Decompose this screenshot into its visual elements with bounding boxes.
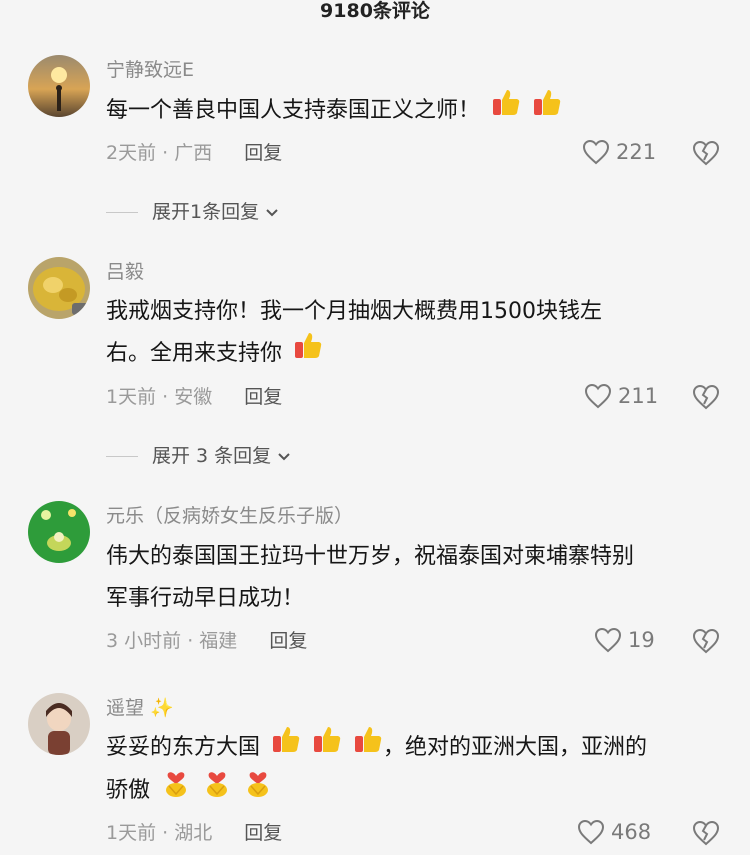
comment-username-text[interactable]: 遥望 bbox=[106, 697, 144, 719]
dislike-button[interactable] bbox=[692, 820, 720, 850]
expand-replies-label: 展开 3 条回复 bbox=[152, 445, 272, 467]
comment-text-span: 右。全用来支持你 bbox=[106, 341, 283, 366]
heart-hands-icon bbox=[202, 766, 232, 816]
reply-button[interactable]: 回复 bbox=[244, 386, 282, 408]
comment-text-span: 妥妥的东方大国 bbox=[106, 735, 261, 760]
divider bbox=[106, 211, 138, 213]
dislike-button[interactable] bbox=[692, 384, 720, 414]
comment-text-line: 每一个善良中国人支持泰国正义之师！ bbox=[106, 98, 481, 123]
comment-text: 妥妥的东方大国 ，绝对的亚洲大国，亚洲的 骄傲 bbox=[106, 724, 726, 816]
comment-username[interactable]: 宁静致远E bbox=[106, 58, 194, 82]
broken-heart-icon bbox=[692, 820, 720, 846]
comment-username: 遥望 ✨ bbox=[106, 696, 174, 720]
thumbs-up-icon bbox=[293, 330, 323, 378]
comment-time: 3 小时前 bbox=[106, 630, 182, 652]
broken-heart-icon bbox=[692, 384, 720, 410]
avatar[interactable] bbox=[28, 257, 90, 319]
meta-separator: · bbox=[162, 142, 169, 164]
broken-heart-icon bbox=[692, 628, 720, 654]
like-count: 221 bbox=[616, 140, 657, 164]
expand-replies-label: 展开1条回复 bbox=[152, 201, 260, 223]
like-button[interactable]: 221 bbox=[582, 139, 656, 165]
broken-heart-icon bbox=[692, 140, 720, 166]
comment-username[interactable]: 元乐（反病娇女生反乐子版） bbox=[106, 504, 353, 528]
heart-icon bbox=[594, 627, 622, 653]
heart-icon bbox=[577, 819, 605, 845]
meta-separator: · bbox=[162, 822, 169, 844]
thumbs-up-icon bbox=[312, 724, 342, 772]
comment-text: 我戒烟支持你！我一个月抽烟大概费用1500块钱左 右。全用来支持你 bbox=[106, 288, 726, 378]
comment-count-header: 9180条评论 bbox=[320, 0, 430, 22]
heart-icon bbox=[582, 139, 610, 165]
expand-replies-button[interactable]: 展开1条回复 bbox=[106, 200, 279, 224]
comment-location: 安徽 bbox=[174, 386, 213, 408]
comment-location: 广西 bbox=[174, 142, 213, 164]
divider bbox=[106, 455, 138, 457]
comment-time: 1天前 bbox=[106, 822, 157, 844]
comment-location: 湖北 bbox=[174, 822, 213, 844]
expand-replies-button[interactable]: 展开 3 条回复 bbox=[106, 444, 291, 468]
chevron-down-icon bbox=[277, 444, 291, 468]
dislike-button[interactable] bbox=[692, 140, 720, 170]
thumbs-up-icon bbox=[353, 724, 383, 772]
comment-text-span: 骄傲 bbox=[106, 778, 151, 803]
comment-text-line: 骄傲 bbox=[106, 766, 726, 816]
avatar[interactable] bbox=[28, 501, 90, 563]
like-button[interactable]: 19 bbox=[594, 627, 655, 653]
comment-text: 伟大的泰国国王拉玛十世万岁，祝福泰国对柬埔寨特别 军事行动早日成功！ bbox=[106, 533, 726, 623]
comment-text-line: 妥妥的东方大国 ，绝对的亚洲大国，亚洲的 bbox=[106, 724, 726, 772]
avatar[interactable] bbox=[28, 55, 90, 117]
thumbs-up-icon bbox=[532, 87, 562, 135]
sparkles-icon: ✨ bbox=[150, 697, 174, 719]
comment-time: 1天前 bbox=[106, 386, 157, 408]
reply-button[interactable]: 回复 bbox=[269, 630, 307, 652]
comment-meta: 3 小时前 · 福建 回复 bbox=[106, 629, 307, 653]
comment-text-span: ，绝对的亚洲大国，亚洲的 bbox=[383, 735, 648, 760]
like-count: 19 bbox=[628, 628, 655, 652]
comment-meta: 1天前 · 湖北 回复 bbox=[106, 821, 282, 845]
comment-username[interactable]: 吕毅 bbox=[106, 260, 144, 284]
thumbs-up-icon bbox=[491, 87, 521, 135]
thumbs-up-icon bbox=[271, 724, 301, 772]
chevron-down-icon bbox=[265, 200, 279, 224]
avatar[interactable] bbox=[28, 693, 90, 755]
meta-separator: · bbox=[187, 630, 194, 652]
like-count: 211 bbox=[618, 384, 659, 408]
comment-text-line: 我戒烟支持你！我一个月抽烟大概费用1500块钱左 bbox=[106, 299, 602, 324]
comment-text-line: 右。全用来支持你 bbox=[106, 330, 726, 378]
comment-text-line: 伟大的泰国国王拉玛十世万岁，祝福泰国对柬埔寨特别 bbox=[106, 544, 635, 569]
heart-hands-icon bbox=[243, 766, 273, 816]
comment-meta: 1天前 · 安徽 回复 bbox=[106, 385, 282, 409]
comment-meta: 2天前 · 广西 回复 bbox=[106, 141, 282, 165]
comment-location: 福建 bbox=[199, 630, 238, 652]
meta-separator: · bbox=[162, 386, 169, 408]
like-button[interactable]: 211 bbox=[584, 383, 658, 409]
like-count: 468 bbox=[611, 820, 652, 844]
comment-text-line: 军事行动早日成功！ bbox=[106, 586, 305, 611]
dislike-button[interactable] bbox=[692, 628, 720, 658]
comment-text: 每一个善良中国人支持泰国正义之师！ bbox=[106, 87, 726, 135]
like-button[interactable]: 468 bbox=[577, 819, 651, 845]
heart-icon bbox=[584, 383, 612, 409]
comment-time: 2天前 bbox=[106, 142, 157, 164]
heart-hands-icon bbox=[161, 766, 191, 816]
reply-button[interactable]: 回复 bbox=[244, 142, 282, 164]
reply-button[interactable]: 回复 bbox=[244, 822, 282, 844]
